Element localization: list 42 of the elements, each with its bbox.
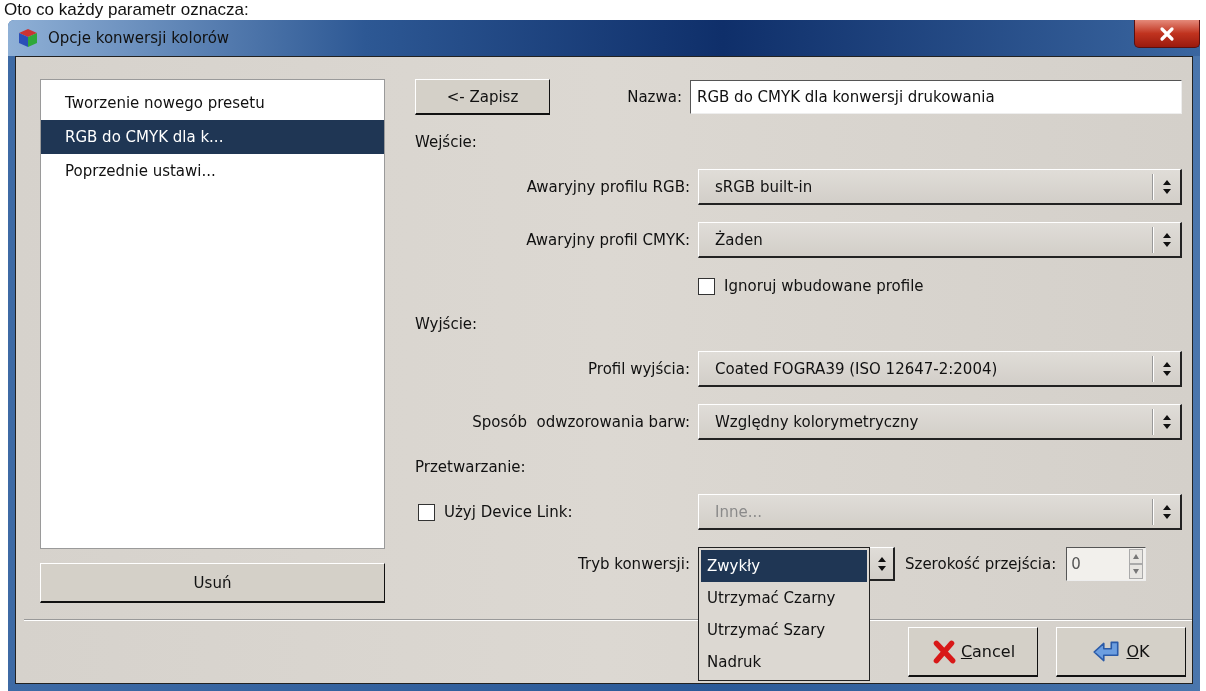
save-button[interactable]: <- Zapisz — [415, 79, 550, 115]
dropdown[interactable]: Żaden — [698, 222, 1182, 258]
preset-item[interactable]: RGB do CMYK dla k... — [41, 120, 384, 154]
field-label: Awaryjny profil CMYK: — [525, 231, 690, 249]
dropdown[interactable]: Względny kolorymetryczny — [698, 404, 1182, 440]
dropdown-option[interactable]: Nadruk — [701, 646, 867, 678]
updown-icon — [1162, 413, 1172, 430]
name-label: Nazwa: — [626, 88, 683, 106]
checkbox[interactable] — [698, 277, 715, 295]
preset-item[interactable]: Tworzenie nowego presetu — [41, 86, 384, 120]
checkbox-label: Użyj Device Link: — [444, 503, 573, 521]
ok-button[interactable]: OK — [1056, 627, 1186, 677]
field-label: Profil wyjścia: — [587, 360, 690, 378]
dropdown-option[interactable]: Zwykły — [701, 550, 867, 582]
section-heading: Przetwarzanie: — [415, 458, 526, 476]
updown-icon — [1162, 360, 1172, 377]
updown-icon — [877, 555, 887, 572]
field-label: Szerokość przejścia: — [905, 555, 1057, 573]
field-label: Tryb konwersji: — [577, 555, 690, 573]
dropdown-option[interactable]: Utrzymać Czarny — [701, 582, 867, 614]
close-button[interactable] — [1134, 20, 1200, 48]
name-field[interactable]: RGB do CMYK dla konwersji drukowania — [690, 80, 1182, 114]
dropdown[interactable]: sRGB built-in — [698, 169, 1182, 205]
updown-icon — [1162, 178, 1172, 195]
dropdown[interactable]: Coated FOGRA39 (ISO 12647-2:2004) — [698, 351, 1182, 387]
dropdown-option[interactable]: Utrzymać Szary — [701, 614, 867, 646]
field-label: Sposób odwzorowania barw: — [471, 413, 690, 431]
spin-arrows-icon — [1129, 549, 1144, 579]
delete-button[interactable]: Usuń — [40, 563, 385, 603]
window-title: Opcje konwersji kolorów — [48, 29, 230, 47]
close-icon — [1159, 25, 1175, 42]
spin-field[interactable]: 0 — [1066, 547, 1147, 581]
checkbox-label: Ignoruj wbudowane profile — [724, 277, 924, 295]
updown-icon — [1162, 231, 1172, 248]
cube-icon — [18, 28, 38, 48]
preset-item[interactable]: Poprzednie ustawi... — [41, 154, 384, 188]
section-heading: Wyjście: — [415, 315, 478, 333]
caption-text: Oto co każdy parametr oznacza: — [3, 0, 250, 20]
cancel-button[interactable]: Cancel — [908, 627, 1038, 677]
field-label: Awaryjny profilu RGB: — [525, 178, 690, 196]
section-heading: Wejście: — [415, 133, 477, 151]
updown-icon — [1162, 503, 1172, 520]
